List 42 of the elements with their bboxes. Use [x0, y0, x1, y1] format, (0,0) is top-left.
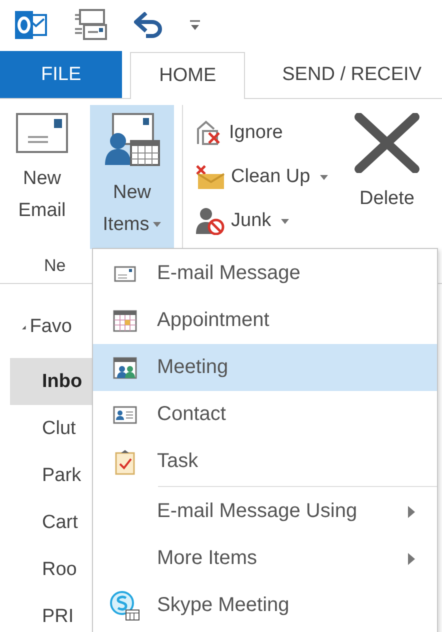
- menu-item[interactable]: E-mail Message: [93, 250, 437, 297]
- ribbon-button[interactable]: Clean Up: [195, 159, 345, 195]
- folder-item[interactable]: Clut: [10, 405, 92, 452]
- ribbon-button[interactable]: New Items: [90, 105, 174, 249]
- menu-item[interactable]: More Items: [93, 535, 437, 582]
- ribbon-tab[interactable]: FILE: [0, 51, 122, 98]
- group-label: Ne: [44, 255, 66, 277]
- menu-item[interactable]: Task: [93, 438, 437, 485]
- mail-app-logo-icon[interactable]: [14, 10, 48, 40]
- collapse-icon: [22, 322, 26, 332]
- ribbon-tab[interactable]: HOME: [130, 52, 246, 99]
- submenu-arrow-icon: [408, 506, 415, 518]
- menu-item[interactable]: Appointment: [93, 297, 437, 344]
- folder-item[interactable]: Roo: [10, 546, 92, 593]
- undo-icon[interactable]: [134, 12, 164, 38]
- calendar-icon: [113, 310, 137, 332]
- ignore-icon: [195, 120, 223, 146]
- ribbon-button[interactable]: Ignore: [195, 115, 345, 151]
- menu-item[interactable]: Meeting: [93, 344, 437, 391]
- folder-item[interactable]: Park: [10, 452, 92, 499]
- folder-item[interactable]: PRI: [10, 593, 92, 632]
- folder-item[interactable]: Inbo: [10, 358, 92, 405]
- folder-item[interactable]: Cart: [10, 499, 92, 546]
- ribbon-button[interactable]: Delete: [345, 105, 429, 249]
- block-sender-icon: [195, 207, 225, 235]
- clipboard-check-icon: [115, 448, 135, 474]
- chat-calendar-icon: [110, 590, 140, 620]
- contact-calendar-icon: [103, 113, 161, 167]
- envelope-icon: [114, 266, 136, 282]
- send-receive-icon[interactable]: [74, 9, 108, 41]
- contact-card-icon: [113, 406, 137, 424]
- meeting-icon: [113, 356, 137, 378]
- customize-toolbar-icon[interactable]: [190, 20, 200, 30]
- ribbon-button[interactable]: Junk: [195, 203, 345, 239]
- menu-item[interactable]: E-mail Message Using: [93, 488, 437, 535]
- folder-group-header[interactable]: Favo: [10, 302, 72, 352]
- close-icon: [353, 113, 421, 173]
- menu-item[interactable]: Contact: [93, 391, 437, 438]
- submenu-arrow-icon: [408, 552, 415, 564]
- menu-item[interactable]: Skype Meeting: [93, 582, 437, 629]
- ribbon-button[interactable]: New Email: [0, 105, 84, 249]
- envelope-icon: [16, 113, 68, 153]
